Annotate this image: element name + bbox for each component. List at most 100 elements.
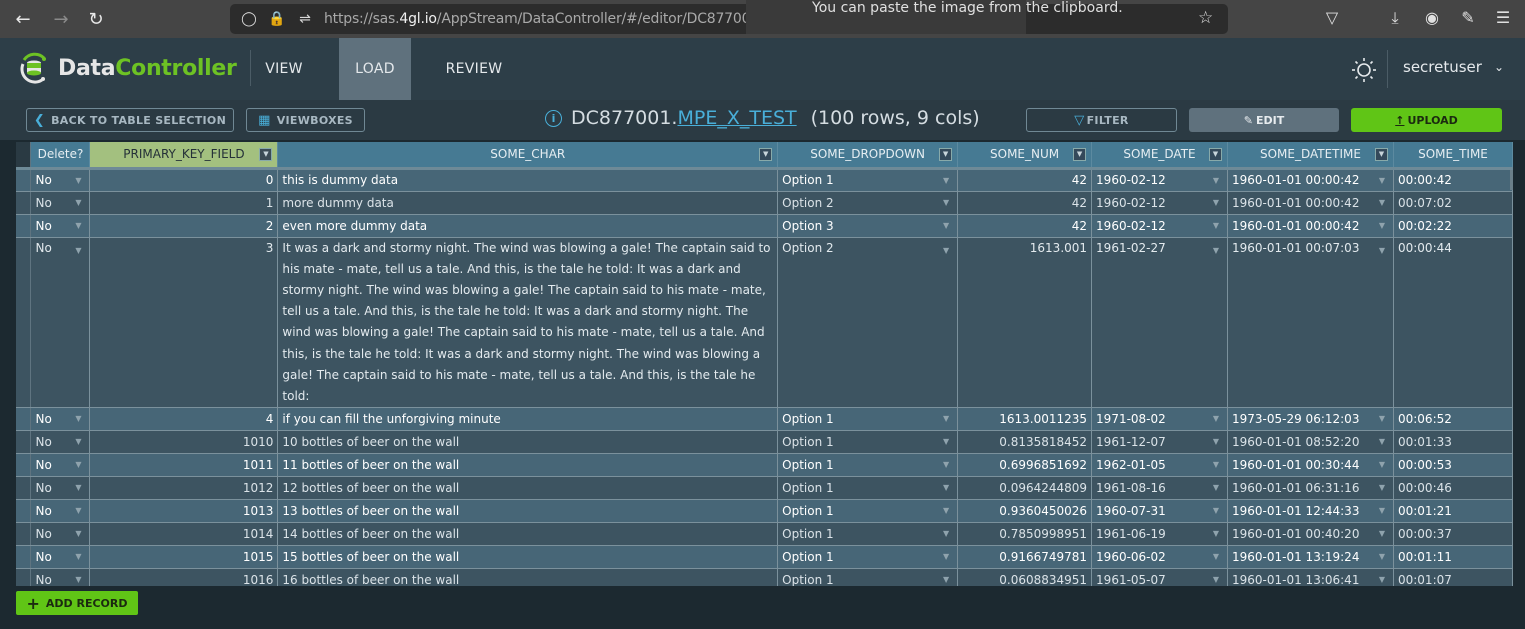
primary-key-cell[interactable]: 1014 [89,522,279,547]
some-dropdown-cell[interactable]: Option 1 ▼ [777,499,959,524]
some-num-cell[interactable]: 0.6996851692 [957,453,1093,478]
column-header-some-datetime[interactable]: SOME_DATETIME ▼ [1227,142,1394,170]
dropdown-arrow-icon[interactable]: ▼ [1379,529,1385,538]
some-num-cell[interactable]: 0.9360450026 [957,499,1093,524]
vertical-scrollbar[interactable] [1510,170,1513,190]
dropdown-arrow-icon[interactable]: ▼ [75,529,81,538]
dropdown-arrow-icon[interactable]: ▼ [1379,483,1385,492]
some-time-cell[interactable]: 00:00:44 [1393,237,1513,409]
some-time-cell[interactable]: 00:00:53 [1393,453,1513,478]
dropdown-arrow-icon[interactable]: ▼ [1213,414,1219,423]
some-char-cell[interactable]: this is dummy data [277,168,779,192]
some-datetime-cell[interactable]: 1960-01-01 08:52:20 ▼ [1227,430,1394,455]
some-datetime-cell[interactable]: 1960-01-01 00:30:44 ▼ [1227,453,1394,478]
some-num-cell[interactable]: 42 [957,214,1093,238]
some-num-cell[interactable]: 0.8135818452 [957,430,1093,455]
primary-key-cell[interactable]: 0 [89,168,279,192]
dropdown-arrow-icon[interactable]: ▼ [1213,575,1219,584]
dropdown-arrow-icon[interactable]: ▼ [1213,483,1219,492]
user-menu[interactable]: secretuser ⌄ [1403,58,1504,76]
dropdown-arrow-icon[interactable]: ▼ [1213,460,1219,469]
some-char-cell[interactable]: if you can fill the unforgiving minute [277,407,779,432]
some-date-cell[interactable]: 1960-06-02 ▼ [1091,545,1228,570]
column-header-delete[interactable]: Delete? [30,142,91,170]
dropdown-arrow-icon[interactable]: ▼ [1213,176,1219,185]
primary-key-cell[interactable]: 2 [89,214,279,238]
some-num-cell[interactable]: 0.0964244809 [957,476,1093,501]
dropdown-arrow-icon[interactable]: ▼ [943,460,949,469]
dropdown-arrow-icon[interactable]: ▼ [75,437,81,446]
some-date-cell[interactable]: 1960-02-12 ▼ [1091,214,1228,238]
some-date-cell[interactable]: 1960-02-12 ▼ [1091,168,1228,192]
some-datetime-cell[interactable]: 1960-01-01 00:40:20 ▼ [1227,522,1394,547]
some-date-cell[interactable]: 1961-12-07 ▼ [1091,430,1228,455]
some-char-cell[interactable]: It was a dark and stormy night. The wind… [277,237,779,409]
nav-view[interactable]: VIEW [252,38,316,100]
some-num-cell[interactable]: 0.9166749781 [957,545,1093,570]
primary-key-cell[interactable]: 3 [89,237,279,409]
some-char-cell[interactable]: more dummy data [277,191,779,215]
primary-key-cell[interactable]: 1013 [89,499,279,524]
some-char-cell[interactable]: 14 bottles of beer on the wall [277,522,779,547]
primary-key-cell[interactable]: 1010 [89,430,279,455]
delete-select-cell[interactable]: No ▼ [30,237,91,409]
some-dropdown-cell[interactable]: Option 1 ▼ [777,476,959,501]
filter-button[interactable]: ▽ FILTER [1026,108,1177,132]
nav-review[interactable]: REVIEW [434,38,514,100]
some-datetime-cell[interactable]: 1960-01-01 00:00:42 ▼ [1227,191,1394,215]
dropdown-arrow-icon[interactable]: ▼ [943,529,949,538]
url-text[interactable]: https://sas.4gl.io/AppStream/DataControl… [324,11,754,27]
some-datetime-cell[interactable]: 1960-01-01 00:00:42 ▼ [1227,168,1394,192]
some-date-cell[interactable]: 1960-02-12 ▼ [1091,191,1228,215]
some-datetime-cell[interactable]: 1960-01-01 06:31:16 ▼ [1227,476,1394,501]
delete-select-cell[interactable]: No ▼ [30,476,91,501]
some-time-cell[interactable]: 00:00:42 [1393,168,1513,192]
some-datetime-cell[interactable]: 1960-01-01 13:19:24 ▼ [1227,545,1394,570]
dropdown-arrow-icon[interactable]: ▼ [1213,529,1219,538]
some-char-cell[interactable]: 10 bottles of beer on the wall [277,430,779,455]
some-date-cell[interactable]: 1971-08-02 ▼ [1091,407,1228,432]
some-num-cell[interactable]: 42 [957,168,1093,192]
dropdown-arrow-icon[interactable]: ▼ [1379,460,1385,469]
delete-select-cell[interactable]: No ▼ [30,407,91,432]
some-dropdown-cell[interactable]: Option 1 ▼ [777,545,959,570]
sun-theme-icon[interactable] [1351,57,1377,83]
some-time-cell[interactable]: 00:01:21 [1393,499,1513,524]
dropdown-arrow-icon[interactable]: ▼ [1379,198,1385,207]
some-date-cell[interactable]: 1961-05-07 ▼ [1091,568,1228,586]
dropdown-arrow-icon[interactable]: ▼ [75,506,81,515]
dropdown-arrow-icon[interactable]: ▼ [1213,198,1219,207]
dropdown-arrow-icon[interactable]: ▼ [1379,221,1385,230]
some-char-cell[interactable]: 13 bottles of beer on the wall [277,499,779,524]
some-datetime-cell[interactable]: 1960-01-01 00:00:42 ▼ [1227,214,1394,238]
viewboxes-button[interactable]: ▦ VIEWBOXES [246,108,365,132]
delete-select-cell[interactable]: No ▼ [30,545,91,570]
some-dropdown-cell[interactable]: Option 1 ▼ [777,430,959,455]
some-time-cell[interactable]: 00:01:07 [1393,568,1513,586]
add-record-button[interactable]: + ADD RECORD [16,591,138,615]
forward-icon[interactable]: → [48,6,74,32]
dropdown-arrow-icon[interactable]: ▼ [1379,246,1385,255]
dropdown-arrow-icon[interactable]: ▼ [75,414,81,423]
delete-select-cell[interactable]: No ▼ [30,453,91,478]
some-time-cell[interactable]: 00:06:52 [1393,407,1513,432]
download-icon[interactable]: ⤓ [1384,8,1406,28]
dropdown-arrow-icon[interactable]: ▼ [75,198,81,207]
info-icon[interactable]: i [545,109,562,127]
dropdown-arrow-icon[interactable]: ▼ [1379,552,1385,561]
column-menu-icon[interactable]: ▼ [939,148,953,161]
some-time-cell[interactable]: 00:00:37 [1393,522,1513,547]
some-num-cell[interactable]: 42 [957,191,1093,215]
dropdown-arrow-icon[interactable]: ▼ [75,221,81,230]
account-icon[interactable]: ◉ [1421,8,1443,27]
dropdown-arrow-icon[interactable]: ▼ [943,483,949,492]
primary-key-cell[interactable]: 1 [89,191,279,215]
some-char-cell[interactable]: 15 bottles of beer on the wall [277,545,779,570]
dropdown-arrow-icon[interactable]: ▼ [943,552,949,561]
column-menu-icon[interactable]: ▼ [259,148,273,161]
delete-select-cell[interactable]: No ▼ [30,214,91,238]
dropdown-arrow-icon[interactable]: ▼ [1379,437,1385,446]
some-time-cell[interactable]: 00:01:11 [1393,545,1513,570]
dropdown-arrow-icon[interactable]: ▼ [75,575,81,584]
some-dropdown-cell[interactable]: Option 1 ▼ [777,453,959,478]
